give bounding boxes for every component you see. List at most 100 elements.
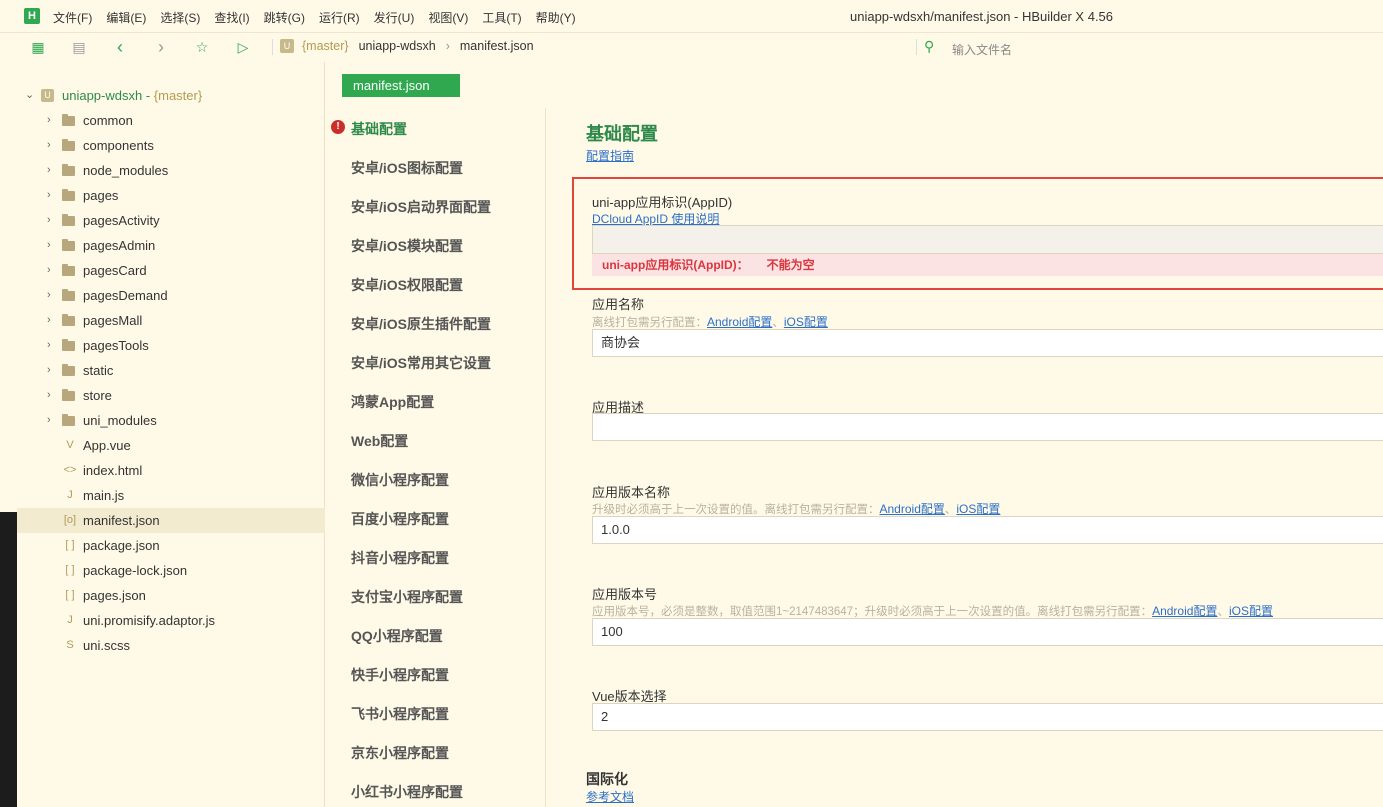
tree-folder-components[interactable]: › components <box>17 133 325 158</box>
vue-version-select[interactable]: 2 <box>592 703 1383 731</box>
app-name-label: 应用名称 <box>592 297 645 312</box>
tree-folder-pagesadmin[interactable]: › pagesAdmin <box>17 233 325 258</box>
menu-help[interactable]: 帮助(Y) <box>536 9 576 26</box>
nav-item-4[interactable]: 安卓/iOS权限配置 <box>351 275 463 295</box>
nav-item-1[interactable]: 安卓/iOS图标配置 <box>351 158 463 178</box>
chevron-right-icon[interactable]: › <box>47 233 51 258</box>
tree-folder-node-modules[interactable]: › node_modules <box>17 158 325 183</box>
nav-item-10[interactable]: 百度小程序配置 <box>351 509 449 529</box>
chevron-right-icon[interactable]: › <box>47 358 51 383</box>
app-name-android-link[interactable]: Android配置 <box>707 315 772 329</box>
nav-item-11[interactable]: 抖音小程序配置 <box>351 548 449 568</box>
tree-file-index-html[interactable]: <> index.html <box>17 458 325 483</box>
chevron-right-icon[interactable]: › <box>47 108 51 133</box>
chevron-right-icon[interactable]: › <box>47 183 51 208</box>
tree-root-project[interactable]: ⌄ U uniapp-wdsxh - {master} <box>17 83 325 108</box>
tree-file-pages-json[interactable]: [ ] pages.json <box>17 583 325 608</box>
run-icon[interactable]: ▷ <box>234 38 252 56</box>
menu-tools[interactable]: 工具(T) <box>482 9 521 26</box>
tree-file-package-json[interactable]: [ ] package.json <box>17 533 325 558</box>
menu-publish[interactable]: 发行(U) <box>374 9 415 26</box>
config-guide-link[interactable]: 配置指南 <box>586 147 634 164</box>
nav-item-5[interactable]: 安卓/iOS原生插件配置 <box>351 314 491 334</box>
tree-file-uni-scss[interactable]: Suni.scss <box>17 633 325 658</box>
tree-file-uni-promisify-adaptor-js[interactable]: Juni.promisify.adaptor.js <box>17 608 325 633</box>
tree-folder-pagesdemand[interactable]: › pagesDemand <box>17 283 325 308</box>
tree-folder-store[interactable]: › store <box>17 383 325 408</box>
tree-folder-pages[interactable]: › pages <box>17 183 325 208</box>
tree-folder-pagesactivity[interactable]: › pagesActivity <box>17 208 325 233</box>
chevron-right-icon[interactable]: › <box>47 283 51 308</box>
menu-find[interactable]: 查找(I) <box>214 9 249 26</box>
version-name-hint-text: 升级时必须高于上一次设置的值。离线打包需另行配置： <box>592 504 880 516</box>
folder-icon <box>62 239 75 251</box>
menu-edit[interactable]: 编辑(E) <box>106 9 146 26</box>
menu-run[interactable]: 运行(R) <box>319 9 360 26</box>
version-name-input[interactable]: 1.0.0 <box>592 516 1383 544</box>
app-name-ios-link[interactable]: iOS配置 <box>784 315 828 329</box>
nav-item-17[interactable]: 小红书小程序配置 <box>351 782 463 802</box>
version-code-input[interactable]: 100 <box>592 618 1383 646</box>
version-code-ios-link[interactable]: iOS配置 <box>1229 604 1273 618</box>
file-search-input[interactable]: 输入文件名 <box>952 41 1012 58</box>
version-name-android-link[interactable]: Android配置 <box>880 502 945 516</box>
nav-item-6[interactable]: 安卓/iOS常用其它设置 <box>351 353 491 373</box>
chevron-right-icon[interactable]: › <box>47 383 51 408</box>
folder-icon <box>62 414 75 426</box>
chevron-right-icon[interactable]: › <box>47 308 51 333</box>
tab-manifest-json[interactable]: manifest.json <box>342 74 460 97</box>
back-icon[interactable]: ‹ <box>111 38 129 56</box>
chevron-right-icon[interactable]: › <box>47 158 51 183</box>
favorite-icon[interactable]: ☆ <box>193 38 211 56</box>
chevron-right-icon[interactable]: › <box>47 333 51 358</box>
app-name-input[interactable]: 商协会 <box>592 329 1383 357</box>
nav-item-2[interactable]: 安卓/iOS启动界面配置 <box>351 197 491 217</box>
menu-goto[interactable]: 跳转(G) <box>264 9 305 26</box>
nav-item-14[interactable]: 快手小程序配置 <box>351 665 449 685</box>
chevron-right-icon[interactable]: › <box>47 408 51 433</box>
version-code-android-link[interactable]: Android配置 <box>1152 604 1217 618</box>
menu-select[interactable]: 选择(S) <box>160 9 200 26</box>
appid-error-message: uni-app应用标识(AppID)： 不能为空 <box>592 254 1383 276</box>
file-search-icon[interactable]: ⚲ <box>924 38 934 55</box>
tree-file-app-vue[interactable]: V App.vue <box>17 433 325 458</box>
file-type-icon: <> <box>63 464 77 476</box>
nav-item-16[interactable]: 京东小程序配置 <box>351 743 449 763</box>
chevron-right-icon[interactable]: › <box>47 258 51 283</box>
tree-folder-uni-modules[interactable]: › uni_modules <box>17 408 325 433</box>
tree-file-main-js[interactable]: Jmain.js <box>17 483 325 508</box>
menu-view[interactable]: 视图(V) <box>428 9 468 26</box>
breadcrumb-file[interactable]: manifest.json <box>460 39 534 53</box>
nav-item-13[interactable]: QQ小程序配置 <box>351 626 443 646</box>
nav-item-8[interactable]: Web配置 <box>351 431 408 451</box>
nav-item-15[interactable]: 飞书小程序配置 <box>351 704 449 724</box>
tree-folder-static[interactable]: › static <box>17 358 325 383</box>
tree-folder-label: common <box>83 113 133 128</box>
breadcrumb-project[interactable]: uniapp-wdsxh <box>359 39 436 53</box>
folder-icon <box>62 264 75 276</box>
nav-item-0[interactable]: 基础配置 <box>351 119 407 139</box>
chevron-down-icon[interactable]: ⌄ <box>25 83 34 108</box>
tree-folder-pagestools[interactable]: › pagesTools <box>17 333 325 358</box>
nav-item-12[interactable]: 支付宝小程序配置 <box>351 587 463 607</box>
forward-icon[interactable]: › <box>152 38 170 56</box>
nav-item-9[interactable]: 微信小程序配置 <box>351 470 449 490</box>
tree-folder-pagesmall[interactable]: › pagesMall <box>17 308 325 333</box>
tree-file-package-lock-json[interactable]: [ ] package-lock.json <box>17 558 325 583</box>
breadcrumb-branch[interactable]: {master} <box>302 39 349 53</box>
version-code-label: 应用版本号 <box>592 587 658 602</box>
save-icon[interactable]: ▤ <box>70 38 88 56</box>
app-desc-input[interactable] <box>592 413 1383 441</box>
chevron-right-icon[interactable]: › <box>47 208 51 233</box>
menu-file[interactable]: 文件(F) <box>53 9 92 26</box>
i18n-doc-link[interactable]: 参考文档 <box>586 788 634 805</box>
version-name-ios-link[interactable]: iOS配置 <box>956 502 1000 516</box>
new-file-icon[interactable]: ▦ <box>29 38 47 56</box>
appid-input[interactable] <box>592 225 1383 254</box>
tree-file-manifest-json[interactable]: [o] manifest.json <box>17 508 325 533</box>
nav-item-7[interactable]: 鸿蒙App配置 <box>351 392 434 412</box>
tree-folder-common[interactable]: › common <box>17 108 325 133</box>
tree-folder-pagescard[interactable]: › pagesCard <box>17 258 325 283</box>
chevron-right-icon[interactable]: › <box>47 133 51 158</box>
nav-item-3[interactable]: 安卓/iOS模块配置 <box>351 236 463 256</box>
